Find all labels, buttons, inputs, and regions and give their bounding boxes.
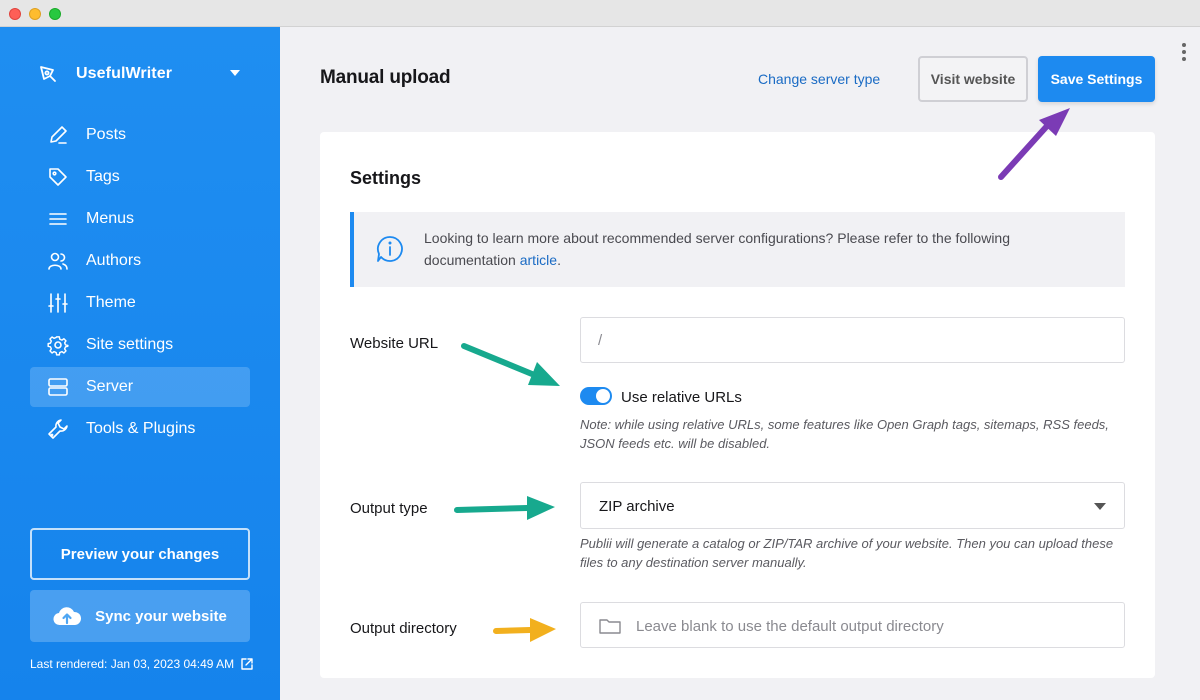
output-directory-placeholder: Leave blank to use the default output di… bbox=[636, 618, 944, 635]
sidebar-nav: Posts Tags Menus Authors Theme Site sett… bbox=[30, 115, 250, 451]
last-rendered: Last rendered: Jan 03, 2023 04:49 AM bbox=[30, 657, 254, 671]
sidebar-item-tools-plugins[interactable]: Tools & Plugins bbox=[30, 409, 250, 449]
site-logo-icon bbox=[40, 66, 56, 82]
cloud-upload-icon bbox=[53, 607, 82, 626]
change-server-type-link[interactable]: Change server type bbox=[758, 71, 880, 87]
page-title: Manual upload bbox=[320, 67, 451, 88]
sidebar-item-label: Site settings bbox=[86, 336, 174, 353]
sync-website-label: Sync your website bbox=[95, 607, 227, 625]
sidebar-item-label: Menus bbox=[86, 210, 135, 227]
visit-website-label: Visit website bbox=[930, 71, 1016, 87]
output-type-value: ZIP archive bbox=[599, 498, 675, 515]
more-options-icon[interactable] bbox=[1182, 43, 1186, 63]
sidebar-item-site-settings[interactable]: Site settings bbox=[30, 325, 250, 365]
sidebar-item-label: Tags bbox=[86, 168, 120, 185]
site-switcher[interactable]: UsefulWriter bbox=[38, 63, 248, 85]
menu-icon bbox=[49, 213, 67, 225]
output-type-label: Output type bbox=[350, 500, 428, 517]
info-notice: Looking to learn more about recommended … bbox=[350, 212, 1125, 287]
settings-title: Settings bbox=[350, 168, 422, 188]
chevron-down-icon[interactable] bbox=[230, 70, 240, 76]
output-type-note: Publii will generate a catalog or ZIP/TA… bbox=[580, 536, 1114, 570]
sidebar-item-tags[interactable]: Tags bbox=[30, 157, 250, 197]
gear-icon bbox=[47, 336, 69, 356]
info-text: Looking to learn more about recommended … bbox=[424, 227, 1094, 271]
wrench-icon bbox=[48, 419, 68, 439]
sliders-icon bbox=[48, 293, 68, 313]
sidebar: UsefulWriter Posts Tags Menus Authors Th… bbox=[0, 27, 280, 700]
website-url-input[interactable] bbox=[580, 317, 1125, 363]
close-window-button[interactable] bbox=[9, 8, 21, 20]
sidebar-item-label: Theme bbox=[86, 294, 136, 311]
output-directory-picker[interactable]: Leave blank to use the default output di… bbox=[580, 602, 1125, 648]
minimize-window-button[interactable] bbox=[29, 8, 41, 20]
sidebar-item-menus[interactable]: Menus bbox=[30, 199, 250, 239]
sidebar-item-label: Authors bbox=[86, 252, 142, 269]
sidebar-item-theme[interactable]: Theme bbox=[30, 283, 250, 323]
preview-changes-button[interactable]: Preview your changes bbox=[30, 528, 250, 580]
sync-website-button[interactable]: Sync your website bbox=[30, 590, 250, 642]
window-titlebar bbox=[0, 0, 1200, 27]
output-directory-label: Output directory bbox=[350, 620, 457, 637]
main-content: Manual upload Change server type Visit w… bbox=[280, 27, 1200, 700]
sidebar-item-label: Tools & Plugins bbox=[86, 420, 196, 437]
relative-urls-toggle[interactable] bbox=[580, 387, 612, 405]
visit-website-button[interactable]: Visit website bbox=[918, 56, 1028, 102]
chevron-down-icon bbox=[1094, 503, 1106, 510]
settings-card: Settings Looking to learn more about rec… bbox=[320, 132, 1155, 678]
relative-urls-label: Use relative URLs bbox=[621, 389, 742, 406]
relative-urls-note: Note: while using relative URLs, some fe… bbox=[580, 417, 1109, 451]
folder-icon bbox=[599, 619, 621, 634]
pencil-icon bbox=[50, 126, 67, 144]
documentation-article-link[interactable]: article bbox=[520, 252, 557, 268]
sidebar-item-server[interactable]: Server bbox=[30, 367, 250, 407]
info-text-end: . bbox=[557, 252, 561, 268]
sidebar-item-posts[interactable]: Posts bbox=[30, 115, 250, 155]
sidebar-item-label: Posts bbox=[86, 126, 127, 143]
info-icon bbox=[377, 236, 403, 262]
save-settings-label: Save Settings bbox=[1050, 71, 1143, 87]
site-name: UsefulWriter bbox=[76, 65, 173, 82]
output-type-select[interactable]: ZIP archive bbox=[580, 482, 1125, 529]
last-rendered-text: Last rendered: Jan 03, 2023 04:49 AM bbox=[30, 657, 235, 671]
toggle-knob bbox=[596, 389, 610, 403]
external-link-icon[interactable] bbox=[240, 657, 254, 671]
users-icon bbox=[48, 252, 68, 270]
maximize-window-button[interactable] bbox=[49, 8, 61, 20]
preview-changes-label: Preview your changes bbox=[60, 545, 220, 563]
sidebar-item-label: Server bbox=[86, 378, 134, 395]
sidebar-item-authors[interactable]: Authors bbox=[30, 241, 250, 281]
website-url-label: Website URL bbox=[350, 335, 439, 352]
tag-icon bbox=[49, 168, 67, 186]
server-icon bbox=[48, 378, 68, 396]
save-settings-button[interactable]: Save Settings bbox=[1038, 56, 1155, 102]
info-text-body: Looking to learn more about recommended … bbox=[424, 230, 1010, 268]
